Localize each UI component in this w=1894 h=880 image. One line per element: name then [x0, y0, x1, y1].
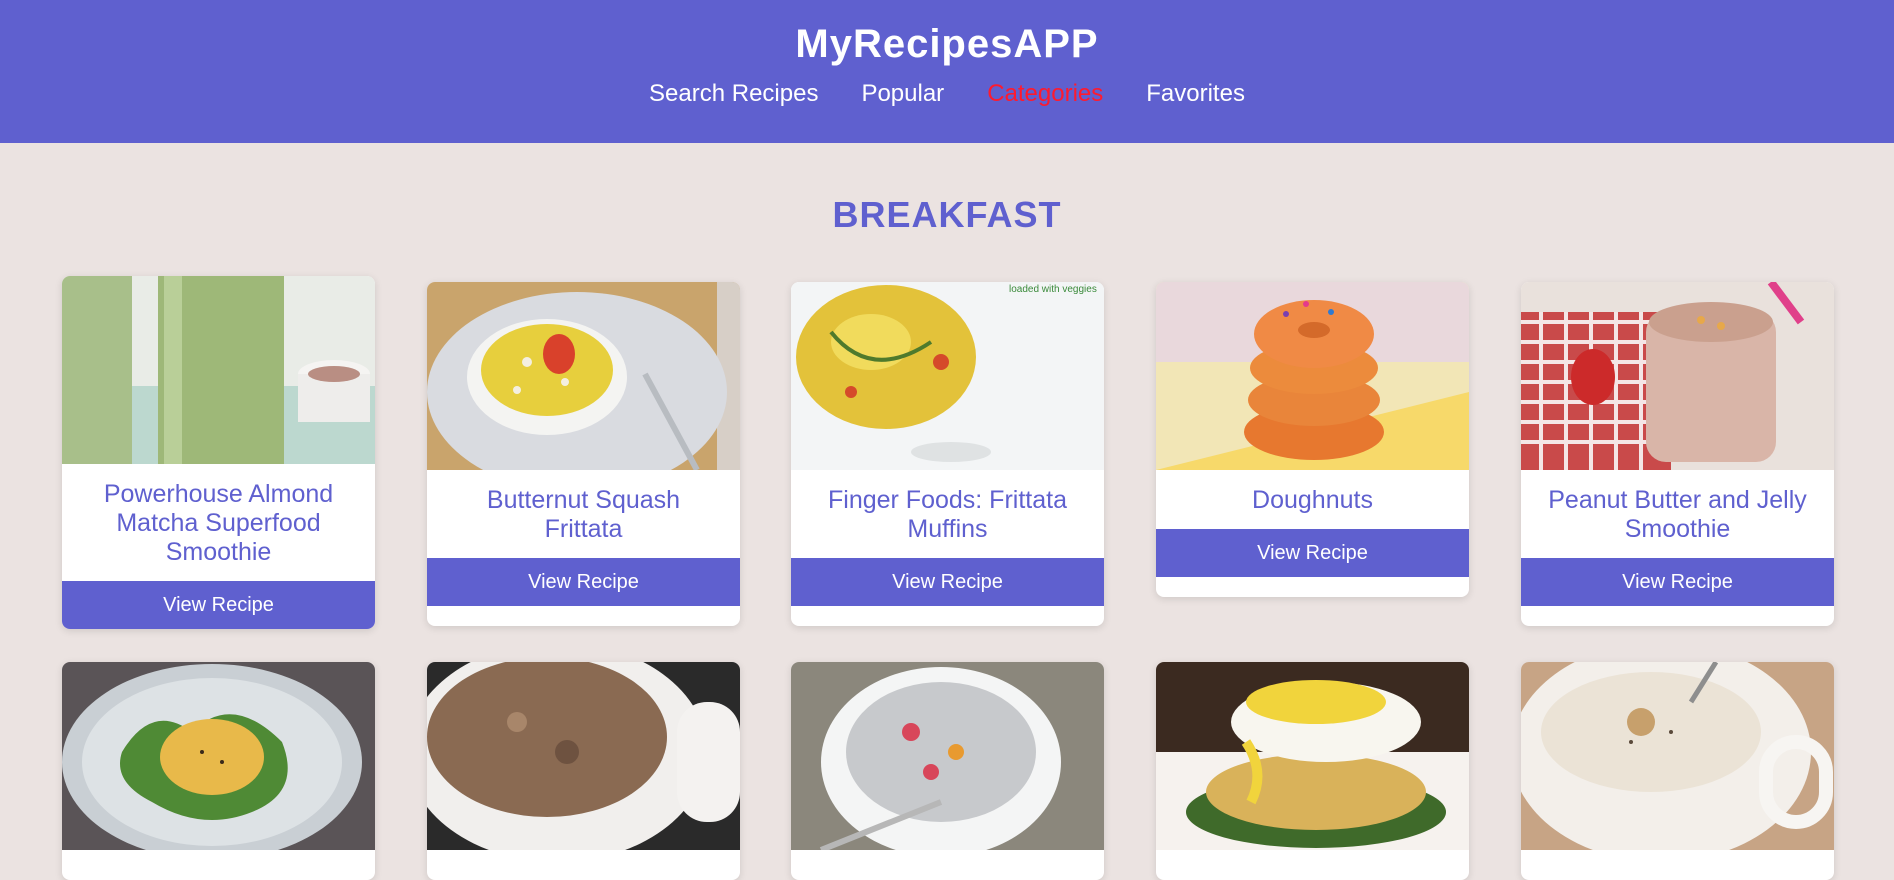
recipe-image-frittata-muffins: loaded with veggies — [791, 282, 1104, 470]
app-title: MyRecipesAPP — [795, 22, 1099, 66]
card-spacer — [427, 606, 740, 626]
nav-favorites[interactable]: Favorites — [1146, 78, 1245, 110]
recipe-card[interactable]: Peanut Butter and Jelly Smoothie View Re… — [1521, 282, 1834, 626]
recipe-name[interactable] — [427, 850, 740, 880]
nav-popular[interactable]: Popular — [861, 78, 944, 110]
recipe-image-matcha-smoothie — [62, 276, 375, 464]
recipe-name[interactable]: Peanut Butter and Jelly Smoothie — [1521, 470, 1834, 558]
recipe-card[interactable] — [1156, 662, 1469, 880]
recipe-name[interactable]: Doughnuts — [1156, 470, 1469, 529]
recipe-name[interactable]: Powerhouse Almond Matcha Superfood Smoot… — [62, 464, 375, 581]
image-caption: loaded with veggies — [1009, 284, 1097, 295]
recipe-card[interactable] — [791, 662, 1104, 880]
recipe-image-pbj-smoothie — [1521, 282, 1834, 470]
view-recipe-button[interactable]: View Recipe — [1521, 558, 1834, 606]
recipe-name[interactable] — [1521, 850, 1834, 880]
recipe-image-oatmeal — [427, 662, 740, 850]
recipe-image-poached-egg-cake — [1156, 662, 1469, 850]
view-recipe-button[interactable]: View Recipe — [791, 558, 1104, 606]
main-nav: Search Recipes Popular Categories Favori… — [0, 78, 1894, 110]
category-title: BREAKFAST — [832, 194, 1062, 235]
recipe-name[interactable]: Butternut Squash Frittata — [427, 470, 740, 558]
recipe-name[interactable]: Finger Foods: Frittata Muffins — [791, 470, 1104, 558]
nav-categories[interactable]: Categories — [987, 78, 1103, 110]
recipe-card[interactable] — [427, 662, 740, 880]
recipe-card[interactable] — [62, 662, 375, 880]
recipe-card[interactable]: Butternut Squash Frittata View Recipe — [427, 282, 740, 626]
recipe-name[interactable] — [791, 850, 1104, 880]
card-spacer — [1521, 606, 1834, 626]
recipe-name[interactable] — [1156, 850, 1469, 880]
recipe-image-doughnuts — [1156, 282, 1469, 470]
recipe-card[interactable]: Powerhouse Almond Matcha Superfood Smoot… — [62, 276, 375, 629]
recipe-card[interactable] — [1521, 662, 1834, 880]
nav-search-recipes[interactable]: Search Recipes — [649, 78, 818, 110]
card-spacer — [1156, 577, 1469, 597]
view-recipe-button[interactable]: View Recipe — [1156, 529, 1469, 577]
card-spacer — [791, 606, 1104, 626]
recipe-image-rice-pudding — [1521, 662, 1834, 850]
recipe-image-butternut-frittata — [427, 282, 740, 470]
recipe-image-chia-pudding — [791, 662, 1104, 850]
view-recipe-button[interactable]: View Recipe — [427, 558, 740, 606]
recipe-card[interactable]: loaded with veggies Finger Foods: Fritta… — [791, 282, 1104, 626]
recipe-image-eggs-benedict-salad — [62, 662, 375, 850]
app-header: MyRecipesAPP Search Recipes Popular Cate… — [0, 0, 1894, 143]
view-recipe-button[interactable]: View Recipe — [62, 581, 375, 629]
recipe-name[interactable] — [62, 850, 375, 880]
recipe-card[interactable]: Doughnuts View Recipe — [1156, 282, 1469, 597]
